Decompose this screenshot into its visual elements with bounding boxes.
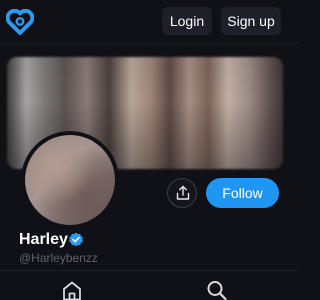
verified-check-icon	[69, 232, 83, 247]
signup-button[interactable]: Sign up	[221, 7, 281, 35]
follow-button[interactable]: Follow	[206, 178, 279, 208]
top-bar: Login Sign up	[0, 0, 300, 44]
profile-screen: Login Sign up Follow Harley @Harleybenzz	[0, 0, 300, 300]
profile-display-name: Harley	[19, 231, 68, 248]
profile-handle: @Harleybenzz	[19, 251, 98, 265]
bottom-nav	[0, 270, 300, 300]
home-icon[interactable]	[61, 280, 83, 300]
login-button[interactable]: Login	[162, 7, 212, 35]
avatar-frame	[21, 131, 119, 229]
heart-lock-logo-icon[interactable]	[6, 9, 34, 35]
share-icon	[176, 185, 190, 200]
avatar[interactable]	[25, 135, 115, 225]
share-button[interactable]	[167, 178, 197, 208]
search-icon[interactable]	[206, 280, 228, 300]
